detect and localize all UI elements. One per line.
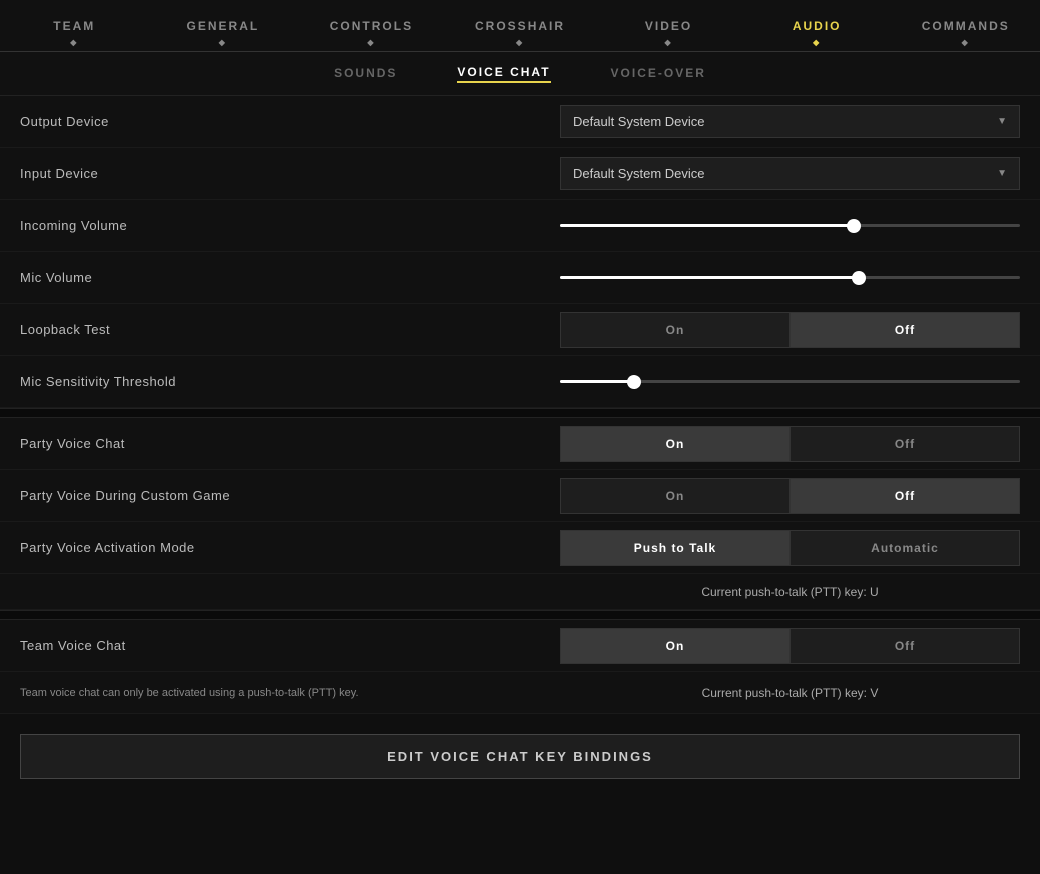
output-device-row: Output Device Default System Device ▼ (0, 96, 1040, 148)
team-voice-chat-toggle: On Off (560, 628, 1020, 664)
party-voice-custom-off-button[interactable]: Off (790, 478, 1020, 514)
slider-fill-2 (560, 276, 859, 279)
slider-fill (560, 224, 854, 227)
party-voice-chat-control: On Off (560, 426, 1020, 462)
nav-item-commands[interactable]: COMMANDS (891, 0, 1040, 51)
top-navigation: TEAM GENERAL CONTROLS CROSSHAIR VIDEO AU… (0, 0, 1040, 52)
slider-track (560, 224, 1020, 227)
nav-item-crosshair[interactable]: CROSSHAIR (446, 0, 595, 51)
input-device-row: Input Device Default System Device ▼ (0, 148, 1040, 200)
incoming-volume-row: Incoming Volume (0, 200, 1040, 252)
tab-sounds[interactable]: SOUNDS (334, 66, 397, 82)
tab-voice-chat[interactable]: VOICE CHAT (457, 65, 550, 83)
party-voice-activation-label: Party Voice Activation Mode (20, 540, 560, 555)
party-voice-custom-on-button[interactable]: On (560, 478, 790, 514)
mic-volume-row: Mic Volume (0, 252, 1040, 304)
output-device-dropdown[interactable]: Default System Device ▼ (560, 105, 1020, 138)
mic-sensitivity-label: Mic Sensitivity Threshold (20, 374, 560, 389)
party-voice-custom-label: Party Voice During Custom Game (20, 488, 560, 503)
slider-thumb-2[interactable] (852, 271, 866, 285)
nav-item-audio[interactable]: AUDIO (743, 0, 892, 51)
nav-item-team[interactable]: TEAM (0, 0, 149, 51)
automatic-button[interactable]: Automatic (790, 530, 1020, 566)
team-voice-on-button[interactable]: On (560, 628, 790, 664)
team-voice-chat-row: Team Voice Chat On Off (0, 620, 1040, 672)
team-voice-note-label: Team voice chat can only be activated us… (20, 687, 560, 699)
nav-item-general[interactable]: GENERAL (149, 0, 298, 51)
team-voice-off-button[interactable]: Off (790, 628, 1020, 664)
input-device-control: Default System Device ▼ (560, 157, 1020, 190)
mic-volume-control (560, 268, 1020, 288)
loopback-on-button[interactable]: On (560, 312, 790, 348)
input-device-dropdown[interactable]: Default System Device ▼ (560, 157, 1020, 190)
nav-item-video[interactable]: VIDEO (594, 0, 743, 51)
ptt-party-key-value: Current push-to-talk (PTT) key: U (560, 585, 1020, 599)
dropdown-arrow-icon: ▼ (997, 116, 1007, 127)
ptt-team-key-value: Current push-to-talk (PTT) key: V (560, 686, 1020, 700)
party-voice-custom-toggle: On Off (560, 478, 1020, 514)
edit-voice-chat-key-bindings-button[interactable]: EDIT VOICE CHAT KEY BINDINGS (20, 734, 1020, 779)
party-voice-chat-label: Party Voice Chat (20, 436, 560, 451)
section-separator-2 (0, 610, 1040, 620)
mic-sensitivity-control (560, 372, 1020, 392)
dropdown-arrow-icon-2: ▼ (997, 168, 1007, 179)
mic-sensitivity-row: Mic Sensitivity Threshold (0, 356, 1040, 408)
output-device-control: Default System Device ▼ (560, 105, 1020, 138)
mic-volume-slider[interactable] (560, 268, 1020, 288)
party-voice-chat-row: Party Voice Chat On Off (0, 418, 1040, 470)
ptt-party-key-row: Current push-to-talk (PTT) key: U (0, 574, 1040, 610)
loopback-off-button[interactable]: Off (790, 312, 1020, 348)
loopback-test-control: On Off (560, 312, 1020, 348)
input-device-label: Input Device (20, 166, 560, 181)
slider-fill-3 (560, 380, 634, 383)
party-voice-custom-row: Party Voice During Custom Game On Off (0, 470, 1040, 522)
settings-content: Output Device Default System Device ▼ In… (0, 96, 1040, 714)
loopback-test-row: Loopback Test On Off (0, 304, 1040, 356)
incoming-volume-slider[interactable] (560, 216, 1020, 236)
incoming-volume-control (560, 216, 1020, 236)
mic-volume-label: Mic Volume (20, 270, 560, 285)
output-device-label: Output Device (20, 114, 560, 129)
party-voice-chat-off-button[interactable]: Off (790, 426, 1020, 462)
party-voice-activation-control: Push to Talk Automatic (560, 530, 1020, 566)
section-separator-1 (0, 408, 1040, 418)
edit-button-container: EDIT VOICE CHAT KEY BINDINGS (0, 714, 1040, 799)
nav-item-controls[interactable]: CONTROLS (297, 0, 446, 51)
slider-track-2 (560, 276, 1020, 279)
team-voice-chat-label: Team Voice Chat (20, 638, 560, 653)
push-to-talk-button[interactable]: Push to Talk (560, 530, 790, 566)
party-voice-chat-on-button[interactable]: On (560, 426, 790, 462)
party-voice-chat-toggle: On Off (560, 426, 1020, 462)
party-voice-activation-row: Party Voice Activation Mode Push to Talk… (0, 522, 1040, 574)
slider-thumb-3[interactable] (627, 375, 641, 389)
loopback-test-label: Loopback Test (20, 322, 560, 337)
slider-thumb[interactable] (847, 219, 861, 233)
team-voice-chat-control: On Off (560, 628, 1020, 664)
slider-track-3 (560, 380, 1020, 383)
mic-sensitivity-slider[interactable] (560, 372, 1020, 392)
team-voice-note-row: Team voice chat can only be activated us… (0, 672, 1040, 714)
party-voice-activation-toggle: Push to Talk Automatic (560, 530, 1020, 566)
party-voice-custom-control: On Off (560, 478, 1020, 514)
loopback-test-toggle: On Off (560, 312, 1020, 348)
tab-voice-over[interactable]: VOICE-OVER (611, 66, 706, 82)
incoming-volume-label: Incoming Volume (20, 218, 560, 233)
sub-navigation: SOUNDS VOICE CHAT VOICE-OVER (0, 52, 1040, 96)
